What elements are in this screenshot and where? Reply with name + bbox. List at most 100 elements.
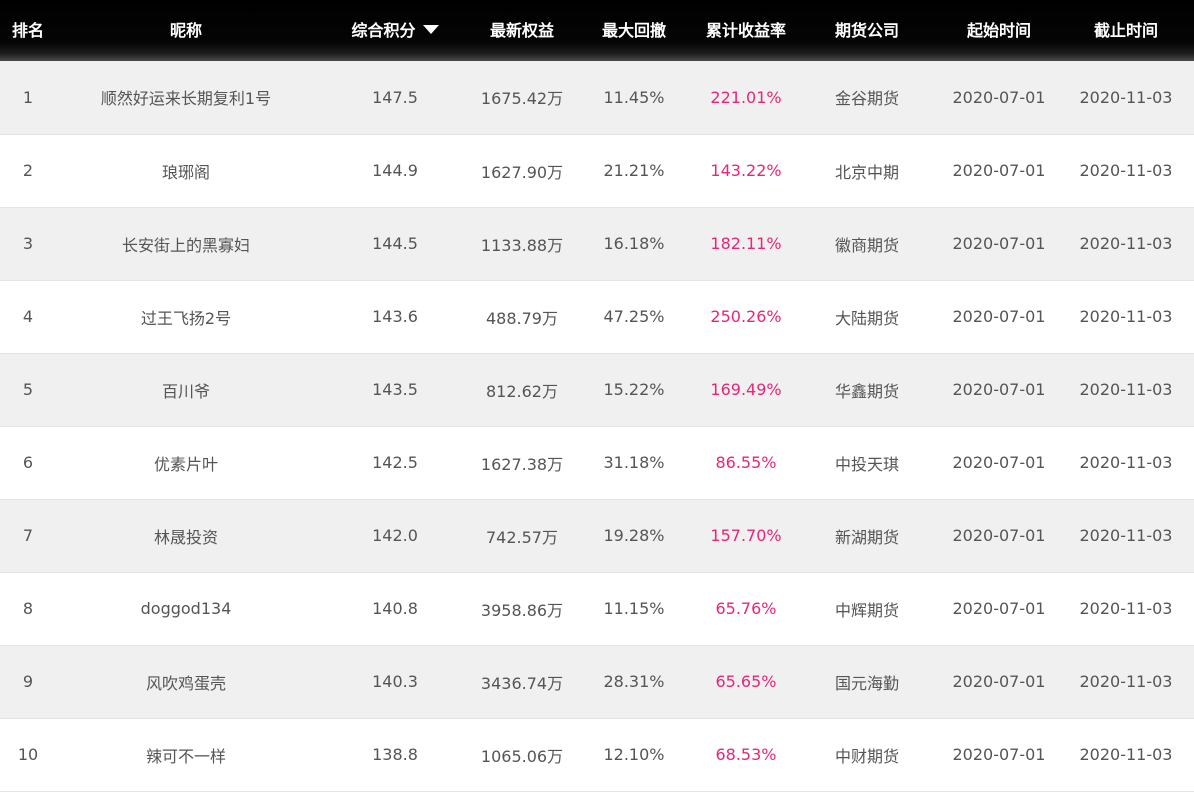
table-row[interactable]: 4 过王飞扬2号 143.6 488.79万 47.25% 250.26% 大陆期货 2020… (0, 280, 1194, 353)
nickname-cell[interactable]: 优素片叶 (56, 426, 316, 499)
equity-cell: 742.57万 (486, 527, 558, 547)
start-date-cell: 2020-07-01 (952, 234, 1046, 253)
nickname-cell[interactable]: 风吹鸡蛋壳 (56, 645, 316, 718)
end-date-cell: 2020-11-03 (1079, 307, 1173, 326)
company-cell: 北京中期 (834, 162, 899, 182)
score-cell: 143.5 (372, 380, 418, 399)
caret-down-icon[interactable] (422, 24, 439, 34)
start-date-cell: 2020-07-01 (952, 87, 1046, 107)
return-cell: 221.01% (710, 87, 782, 107)
header-score[interactable]: 综合积分 (316, 0, 474, 61)
company-cell: 华鑫期货 (834, 381, 899, 401)
score-cell: 144.5 (372, 234, 418, 253)
end-date-cell: 2020-11-03 (1079, 672, 1173, 691)
equity-cell: 488.79万 (486, 308, 558, 328)
score-cell: 142.0 (372, 526, 418, 545)
drawdown-cell: 19.28% (603, 526, 665, 545)
nickname-cell[interactable]: 琅琊阁 (56, 134, 316, 207)
start-date-cell: 2020-07-01 (952, 599, 1046, 618)
rank-cell: 1 (22, 87, 34, 107)
start-date-cell: 2020-07-01 (952, 161, 1046, 180)
start-date-cell: 2020-07-01 (952, 453, 1046, 472)
equity-cell: 812.62万 (486, 381, 558, 401)
start-date-cell: 2020-07-01 (952, 526, 1046, 545)
header-drawdown[interactable]: 最大回撤 (570, 0, 698, 61)
score-cell: 142.5 (372, 453, 418, 472)
table-body: 1 顺然好运来长期复利1号 147.5 1675.42万 11.45% 221.01% 金谷… (0, 61, 1194, 791)
company-cell: 徽商期货 (834, 235, 899, 255)
header-nickname[interactable]: 昵称 (56, 0, 316, 61)
header-rank[interactable]: 排名 (0, 0, 56, 61)
table-header: 排名 昵称 综合积分 最新权益 最大回撤 累计收益率 期货公司 起始时间 截止时… (0, 0, 1194, 61)
end-date-cell: 2020-11-03 (1079, 453, 1173, 472)
nickname-cell[interactable]: 长安街上的黑寡妇 (56, 207, 316, 280)
return-cell: 182.11% (710, 234, 782, 253)
table-row[interactable]: 6 优素片叶 142.5 1627.38万 31.18% 86.55% 中投天琪 2020-0… (0, 426, 1194, 499)
nickname-cell[interactable]: 过王飞扬2号 (56, 280, 316, 353)
score-cell: 143.6 (372, 307, 418, 326)
rank-cell: 7 (22, 526, 34, 545)
nickname-cell[interactable]: doggod134 (56, 572, 316, 645)
nickname-cell[interactable]: 顺然好运来长期复利1号 (56, 61, 316, 134)
score-cell: 140.3 (372, 672, 418, 691)
table-row[interactable]: 3 长安街上的黑寡妇 144.5 1133.88万 16.18% 182.11% 徽商期货 2… (0, 207, 1194, 280)
ranking-table: 排名 昵称 综合积分 最新权益 最大回撤 累计收益率 期货公司 起始时间 截止时… (0, 0, 1194, 792)
rank-cell: 8 (22, 599, 34, 618)
rank-cell: 9 (22, 672, 34, 691)
header-start-date[interactable]: 起始时间 (940, 0, 1058, 61)
drawdown-cell: 28.31% (603, 672, 665, 691)
rank-cell: 10 (17, 745, 39, 764)
table-row[interactable]: 9 风吹鸡蛋壳 140.3 3436.74万 28.31% 65.65% 国元海勤 2020-… (0, 645, 1194, 718)
header-equity[interactable]: 最新权益 (474, 0, 570, 61)
company-cell: 新湖期货 (834, 527, 899, 547)
drawdown-cell: 11.15% (603, 599, 665, 618)
start-date-cell: 2020-07-01 (952, 307, 1046, 326)
company-cell: 中财期货 (834, 746, 899, 766)
return-cell: 169.49% (710, 380, 782, 399)
header-row: 排名 昵称 综合积分 最新权益 最大回撤 累计收益率 期货公司 起始时间 截止时… (0, 0, 1194, 61)
header-return[interactable]: 累计收益率 (698, 0, 794, 61)
table-row[interactable]: 8 doggod134 140.8 3958.86万 11.15% 65.76% 中辉期货 2… (0, 572, 1194, 645)
equity-cell: 1065.06万 (480, 746, 564, 766)
drawdown-cell: 31.18% (603, 453, 665, 472)
table-row[interactable]: 7 林晟投资 142.0 742.57万 19.28% 157.70% 新湖期货 2020-0… (0, 499, 1194, 572)
rank-cell: 4 (22, 307, 34, 326)
return-cell: 143.22% (710, 161, 782, 180)
equity-cell: 1133.88万 (480, 235, 564, 255)
start-date-cell: 2020-07-01 (952, 745, 1046, 764)
rank-cell: 3 (22, 234, 34, 253)
company-cell: 国元海勤 (834, 673, 899, 693)
equity-cell: 1627.38万 (480, 454, 564, 474)
end-date-cell: 2020-11-03 (1079, 526, 1173, 545)
table-row[interactable]: 5 百川爷 143.5 812.62万 15.22% 169.49% 华鑫期货 2020-07… (0, 353, 1194, 426)
end-date-cell: 2020-11-03 (1079, 234, 1173, 253)
equity-cell: 1627.90万 (480, 162, 564, 182)
return-cell: 65.76% (715, 599, 777, 618)
header-company[interactable]: 期货公司 (794, 0, 940, 61)
header-score-label[interactable]: 综合积分 (351, 21, 415, 40)
nickname-cell[interactable]: 辣可不一样 (56, 718, 316, 791)
drawdown-cell: 21.21% (603, 161, 665, 180)
end-date-cell: 2020-11-03 (1079, 599, 1173, 618)
score-cell: 138.8 (372, 745, 418, 764)
return-cell: 68.53% (715, 745, 777, 764)
return-cell: 86.55% (715, 453, 777, 472)
equity-cell: 1675.42万 (480, 89, 564, 109)
return-cell: 250.26% (710, 307, 782, 326)
rank-cell: 5 (22, 380, 34, 399)
end-date-cell: 2020-11-03 (1079, 87, 1173, 107)
nickname-cell[interactable]: 百川爷 (56, 353, 316, 426)
drawdown-cell: 16.18% (603, 234, 665, 253)
score-cell: 144.9 (372, 161, 418, 180)
score-cell: 147.5 (372, 87, 418, 107)
table-row[interactable]: 10 辣可不一样 138.8 1065.06万 12.10% 68.53% 中财期货 2020… (0, 718, 1194, 791)
nickname-cell[interactable]: 林晟投资 (56, 499, 316, 572)
table-row[interactable]: 2 琅琊阁 144.9 1627.90万 21.21% 143.22% 北京中期 2020-0… (0, 134, 1194, 207)
return-cell: 157.70% (710, 526, 782, 545)
return-cell: 65.65% (715, 672, 777, 691)
drawdown-cell: 15.22% (603, 380, 665, 399)
drawdown-cell: 47.25% (603, 307, 665, 326)
table-row[interactable]: 1 顺然好运来长期复利1号 147.5 1675.42万 11.45% 221.01% 金谷… (0, 61, 1194, 134)
header-end-date[interactable]: 截止时间 (1058, 0, 1194, 61)
equity-cell: 3436.74万 (480, 673, 564, 693)
